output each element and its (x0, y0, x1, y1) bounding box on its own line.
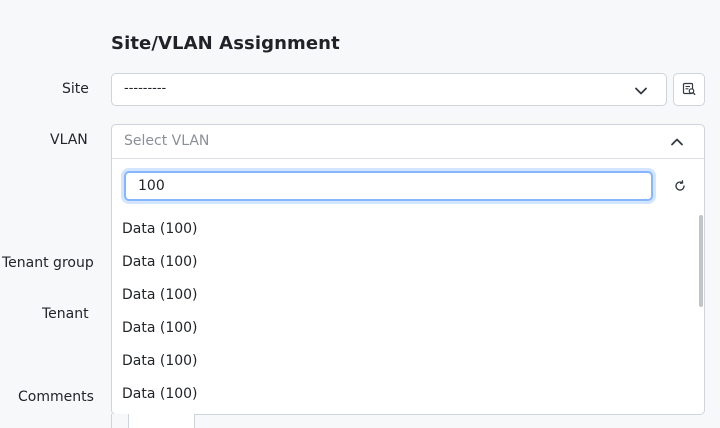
vlan-option[interactable]: Data (100) (122, 353, 198, 369)
vlan-select-placeholder: Select VLAN (124, 133, 210, 149)
comments-editor-tab[interactable] (128, 414, 195, 428)
vlan-dropdown: 100 Data (100) Data (100) Data (100) Dat… (111, 158, 705, 415)
site-selector-button[interactable] (673, 73, 705, 106)
section-title: Site/VLAN Assignment (111, 33, 340, 54)
vlan-label: VLAN (50, 132, 88, 148)
chevron-up-icon (671, 138, 683, 146)
vlan-option[interactable]: Data (100) (122, 221, 198, 237)
vlan-search-input[interactable]: 100 (124, 171, 653, 201)
tenant-label: Tenant (42, 306, 89, 322)
vlan-option[interactable]: Data (100) (122, 320, 198, 336)
site-select[interactable]: --------- (111, 73, 667, 106)
comments-label: Comments (18, 389, 94, 405)
vlan-select[interactable]: Select VLAN (111, 124, 705, 159)
vlan-option[interactable]: Data (100) (122, 386, 198, 402)
site-select-value: --------- (124, 81, 167, 96)
vlan-option[interactable]: Data (100) (122, 287, 198, 303)
refresh-icon[interactable] (674, 180, 686, 192)
vlan-option[interactable]: Data (100) (122, 254, 198, 270)
chevron-down-icon (635, 87, 647, 95)
site-label: Site (62, 81, 89, 97)
dropdown-scrollbar[interactable] (699, 215, 703, 307)
search-list-icon (682, 82, 696, 96)
tenant-group-label: Tenant group (2, 255, 94, 271)
